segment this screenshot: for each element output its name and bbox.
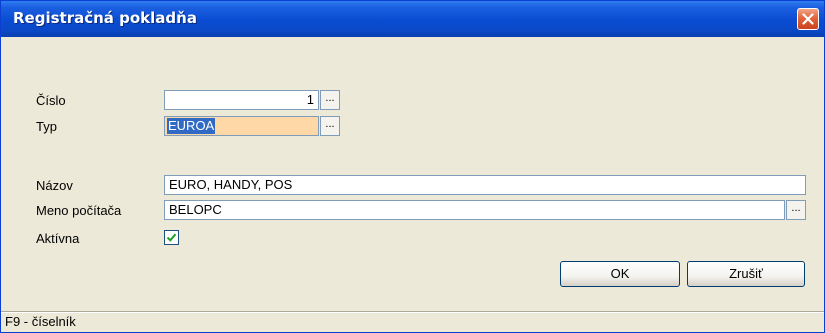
cancel-button[interactable]: Zrušiť (687, 261, 805, 287)
status-divider (1, 312, 824, 313)
cislo-field[interactable]: 1 (164, 90, 319, 110)
close-button[interactable] (797, 8, 819, 30)
dialog-window: Registračná pokladňa Číslo 1 ... Typ EUR… (0, 0, 825, 333)
cislo-label: Číslo (36, 93, 66, 108)
title-bar[interactable]: Registračná pokladňa (1, 1, 824, 37)
nazov-label: Názov (36, 178, 73, 193)
cislo-browse-button[interactable]: ... (320, 90, 340, 110)
typ-browse-button[interactable]: ... (320, 116, 340, 136)
cislo-value: 1 (306, 92, 314, 107)
status-text: F9 - číselník (5, 314, 76, 329)
checkmark-icon (166, 233, 177, 242)
close-icon (802, 13, 814, 25)
typ-label: Typ (36, 119, 57, 134)
typ-value: EUROA (167, 118, 216, 134)
aktivna-label: Aktívna (36, 231, 80, 246)
meno-pocitaca-label: Meno počítača (36, 203, 122, 218)
meno-pocitaca-field[interactable]: BELOPC (164, 200, 785, 220)
window-title: Registračná pokladňa (13, 9, 197, 27)
nazov-field[interactable]: EURO, HANDY, POS (164, 175, 806, 195)
ok-button[interactable]: OK (560, 261, 680, 287)
typ-field[interactable]: EUROA (164, 116, 319, 136)
meno-pocitaca-browse-button[interactable]: ... (786, 200, 806, 220)
status-bar: F9 - číselník (1, 311, 824, 332)
meno-pocitaca-value: BELOPC (169, 202, 222, 217)
nazov-value: EURO, HANDY, POS (169, 177, 293, 192)
aktivna-checkbox[interactable] (164, 230, 179, 245)
